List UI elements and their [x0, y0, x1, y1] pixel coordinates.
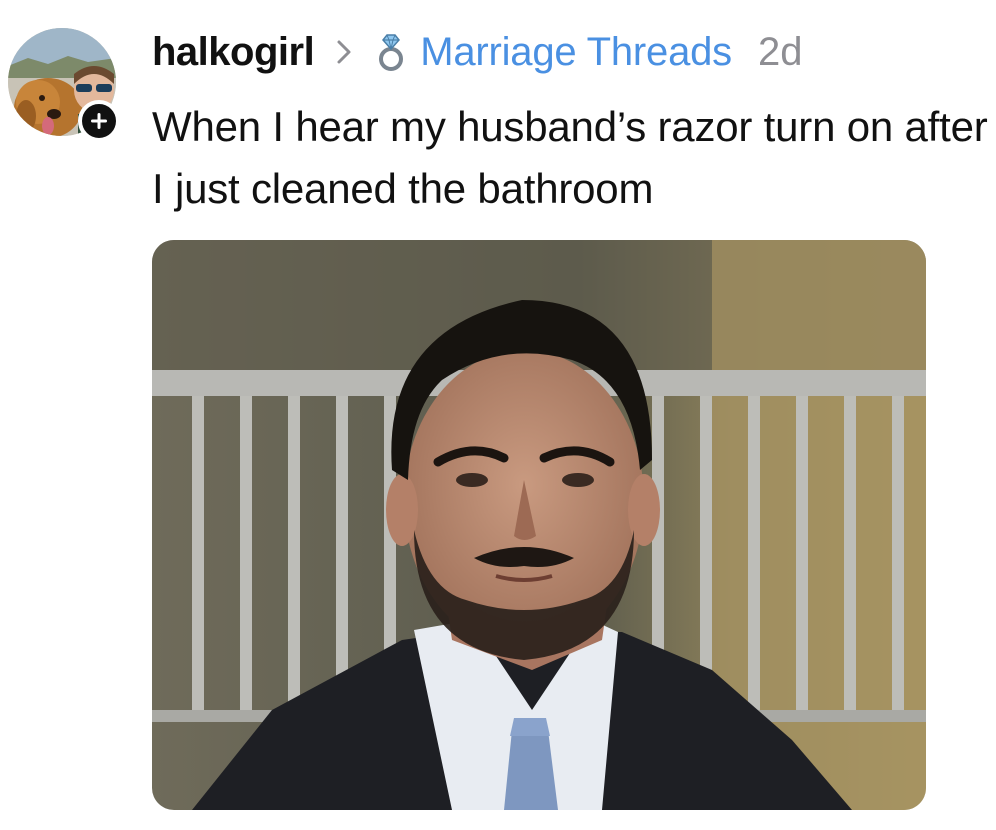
author-avatar-container[interactable]: [8, 28, 120, 142]
chevron-right-icon: [336, 37, 358, 67]
author-username[interactable]: halkogirl: [152, 30, 315, 75]
ring-icon: [374, 32, 410, 72]
photo-content: [152, 240, 926, 810]
plus-icon: [91, 113, 107, 129]
follow-button[interactable]: [78, 100, 120, 142]
group-link[interactable]: Marriage Threads: [420, 30, 732, 75]
post-caption: When I hear my husband’s razor turn on a…: [152, 103, 988, 212]
post-image[interactable]: [152, 240, 926, 810]
post-header: halkogirl Marriage Threads 2d: [152, 22, 802, 82]
post-timestamp: 2d: [757, 29, 803, 74]
